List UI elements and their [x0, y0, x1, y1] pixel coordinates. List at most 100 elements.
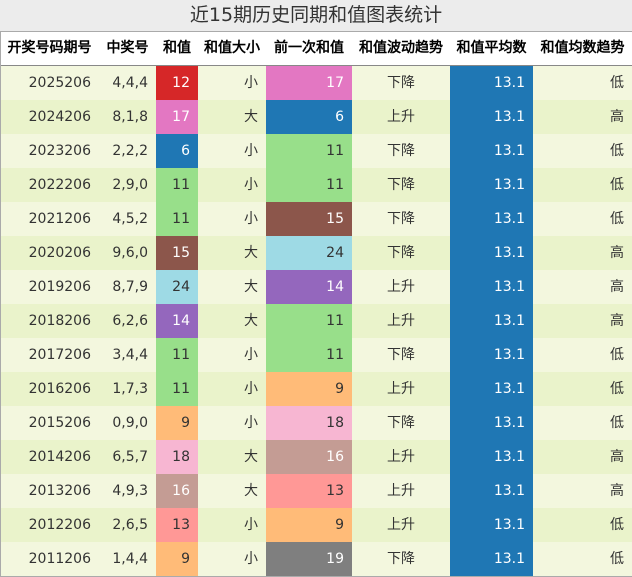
cell-sum: 14: [156, 304, 198, 338]
cell-period: 2016206: [28, 381, 91, 397]
cell-avg-trend: 低: [610, 551, 624, 567]
cell-trend: 下降: [387, 245, 415, 261]
cell-sum: 9: [156, 406, 198, 440]
cell-avg: 13.1: [450, 542, 533, 576]
cell-prev-sum: 16: [266, 440, 352, 474]
cell-avg-trend: 高: [610, 245, 624, 261]
header-sum: 和值: [163, 40, 191, 56]
table-row: 2020206 9,6,0 15 大 24 下降 13.1 高: [0, 236, 632, 270]
cell-avg-trend: 低: [610, 75, 624, 91]
cell-sum: 17: [156, 100, 198, 134]
cell-avg-trend: 低: [610, 143, 624, 159]
cell-trend: 上升: [387, 381, 415, 397]
header-trend: 和值波动趋势: [359, 40, 443, 56]
header-period: 开奖号码期号: [7, 40, 92, 56]
cell-avg-trend: 低: [610, 211, 624, 227]
cell-size: 小: [244, 415, 258, 431]
cell-period: 2023206: [28, 143, 91, 159]
cell-prev-sum: 14: [266, 270, 352, 304]
cell-sum: 24: [156, 270, 198, 304]
cell-sum: 11: [156, 372, 198, 406]
table-row: 2019206 8,7,9 24 大 14 上升 13.1 高: [0, 270, 632, 304]
cell-avg-trend: 高: [610, 449, 624, 465]
cell-size: 小: [244, 177, 258, 193]
header-avg: 和值平均数: [456, 40, 527, 56]
cell-avg-trend: 高: [610, 279, 624, 295]
cell-prev-sum: 15: [266, 202, 352, 236]
cell-period: 2014206: [28, 449, 91, 465]
cell-period: 2011206: [28, 551, 91, 567]
cell-numbers: 1,4,4: [112, 551, 148, 567]
cell-size: 大: [244, 313, 258, 329]
cell-size: 大: [244, 449, 258, 465]
cell-trend: 下降: [387, 177, 415, 193]
cell-sum: 12: [156, 66, 198, 100]
table-row: 2022206 2,9,0 11 小 11 下降 13.1 低: [0, 168, 632, 202]
cell-avg-trend: 低: [610, 415, 624, 431]
cell-trend: 下降: [387, 415, 415, 431]
cell-avg: 13.1: [450, 100, 533, 134]
cell-numbers: 2,2,2: [112, 143, 148, 159]
cell-numbers: 9,6,0: [112, 245, 148, 261]
table-row: 2025206 4,4,4 12 小 17 下降 13.1 低: [0, 66, 632, 100]
cell-sum: 6: [156, 134, 198, 168]
cell-period: 2018206: [28, 313, 91, 329]
cell-prev-sum: 13: [266, 474, 352, 508]
table-row: 2013206 4,9,3 16 大 13 上升 13.1 高: [0, 474, 632, 508]
cell-avg: 13.1: [450, 474, 533, 508]
table-row: 2014206 6,5,7 18 大 16 上升 13.1 高: [0, 440, 632, 474]
cell-size: 大: [244, 245, 258, 261]
cell-avg: 13.1: [450, 168, 533, 202]
cell-numbers: 6,2,6: [112, 313, 148, 329]
cell-avg: 13.1: [450, 440, 533, 474]
cell-period: 2013206: [28, 483, 91, 499]
cell-sum: 15: [156, 236, 198, 270]
cell-sum: 16: [156, 474, 198, 508]
cell-avg: 13.1: [450, 304, 533, 338]
table-title: 近15期历史同期和值图表统计: [0, 0, 632, 31]
cell-period: 2022206: [28, 177, 91, 193]
table-row: 2018206 6,2,6 14 大 11 上升 13.1 高: [0, 304, 632, 338]
cell-numbers: 2,9,0: [112, 177, 148, 193]
cell-size: 小: [244, 347, 258, 363]
cell-avg: 13.1: [450, 372, 533, 406]
table-row: 2012206 2,6,5 13 小 9 上升 13.1 低: [0, 508, 632, 542]
cell-avg-trend: 高: [610, 483, 624, 499]
cell-sum: 18: [156, 440, 198, 474]
cell-avg: 13.1: [450, 338, 533, 372]
cell-period: 2025206: [28, 75, 91, 91]
cell-trend: 下降: [387, 75, 415, 91]
cell-numbers: 4,5,2: [112, 211, 148, 227]
cell-avg: 13.1: [450, 406, 533, 440]
cell-trend: 上升: [387, 449, 415, 465]
cell-period: 2019206: [28, 279, 91, 295]
cell-size: 大: [244, 483, 258, 499]
cell-sum: 11: [156, 338, 198, 372]
cell-size: 大: [244, 109, 258, 125]
cell-period: 2017206: [28, 347, 91, 363]
cell-prev-sum: 24: [266, 236, 352, 270]
table-row: 2021206 4,5,2 11 小 15 下降 13.1 低: [0, 202, 632, 236]
cell-trend: 上升: [387, 109, 415, 125]
cell-avg-trend: 低: [610, 177, 624, 193]
cell-numbers: 3,4,4: [112, 347, 148, 363]
cell-numbers: 4,4,4: [112, 75, 148, 91]
cell-sum: 13: [156, 508, 198, 542]
header-avg-trend: 和值均数趋势: [540, 40, 625, 56]
cell-trend: 下降: [387, 347, 415, 363]
cell-prev-sum: 11: [266, 168, 352, 202]
cell-avg-trend: 高: [610, 109, 624, 125]
cell-period: 2024206: [28, 109, 91, 125]
cell-sum: 11: [156, 202, 198, 236]
table-row: 2015206 0,9,0 9 小 18 下降 13.1 低: [0, 406, 632, 440]
cell-sum: 11: [156, 168, 198, 202]
table-row: 2011206 1,4,4 9 小 19 下降 13.1 低: [0, 542, 632, 576]
table-row: 2024206 8,1,8 17 大 6 上升 13.1 高: [0, 100, 632, 134]
cell-period: 2012206: [28, 517, 91, 533]
cell-avg: 13.1: [450, 134, 533, 168]
table-row: 2023206 2,2,2 6 小 11 下降 13.1 低: [0, 134, 632, 168]
header-numbers: 中奖号: [106, 40, 149, 56]
cell-avg: 13.1: [450, 270, 533, 304]
cell-avg: 13.1: [450, 236, 533, 270]
cell-trend: 下降: [387, 551, 415, 567]
